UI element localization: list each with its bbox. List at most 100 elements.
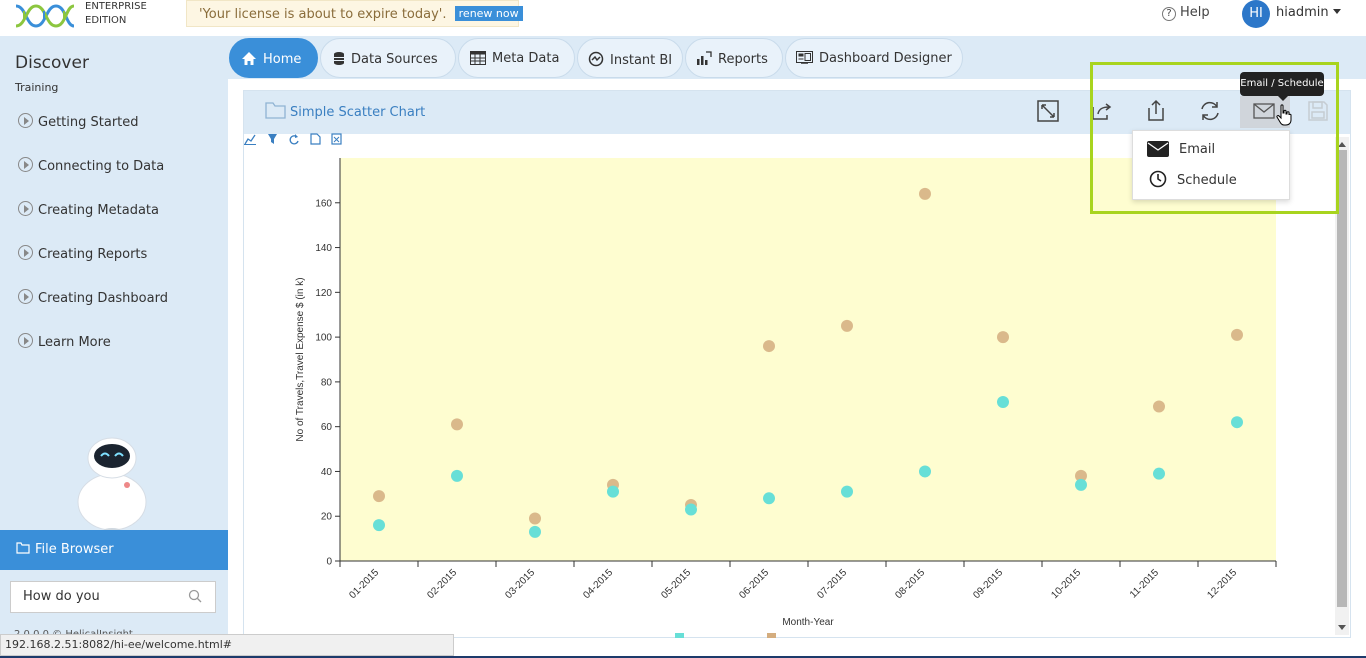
y-tick-label: 80 <box>321 377 333 388</box>
legend-swatch <box>767 633 776 638</box>
renew-now-button[interactable]: renew now <box>454 6 523 21</box>
sidebar-item-label: Creating Metadata <box>38 203 159 218</box>
sidebar-item-creating-metadata[interactable]: Creating Metadata <box>18 201 159 218</box>
data-point <box>529 512 541 525</box>
helical-logo-icon[interactable] <box>14 2 76 30</box>
tab-reports[interactable]: Reports <box>685 38 783 78</box>
data-point <box>529 525 541 538</box>
data-point <box>997 331 1009 344</box>
menu-item-schedule[interactable]: Schedule <box>1149 170 1237 188</box>
data-point <box>1153 400 1165 413</box>
y-tick-label: 0 <box>326 557 332 568</box>
data-point <box>1153 467 1165 480</box>
tab-label: Reports <box>718 52 768 67</box>
folder-icon <box>265 102 286 119</box>
y-axis-title: No of Travels,Travel Expense $ (in k) <box>295 277 306 441</box>
x-tick-label: 07-2015 <box>815 567 849 601</box>
license-banner: 'Your license is about to expire today'.… <box>186 0 523 27</box>
tab-label: Home <box>263 52 302 67</box>
data-point <box>841 319 853 332</box>
tab-instant-bi[interactable]: Instant BI <box>577 38 683 78</box>
y-tick-label: 100 <box>315 333 332 344</box>
data-point <box>1075 478 1087 491</box>
play-circle-icon <box>18 245 33 260</box>
avatar[interactable]: HI <box>1242 0 1270 28</box>
data-point <box>373 519 385 532</box>
table-icon <box>470 51 486 65</box>
play-circle-icon <box>18 289 33 304</box>
menu-item-label: Email <box>1179 142 1216 157</box>
edition-label: ENTERPRISE EDITION <box>85 0 147 28</box>
tooltip: Email / Schedule <box>1240 72 1324 101</box>
data-point <box>451 469 463 482</box>
data-point <box>1231 416 1243 429</box>
sidebar-item-label: Creating Dashboard <box>38 291 168 306</box>
data-point <box>607 485 619 498</box>
license-message: 'Your license is about to expire today'. <box>199 7 447 22</box>
x-tick-label: 04-2015 <box>581 567 615 601</box>
user-menu[interactable]: hiadmin <box>1276 5 1341 20</box>
email-schedule-menu: Email Schedule <box>1132 130 1290 200</box>
data-point <box>763 340 775 353</box>
sidebar-subtitle: Training <box>15 81 59 94</box>
search-icon[interactable] <box>188 589 202 603</box>
edition-line1: ENTERPRISE <box>85 1 147 12</box>
sidebar-item-label: Learn More <box>38 335 111 350</box>
data-point <box>997 396 1009 409</box>
home-icon <box>242 52 256 65</box>
file-browser-button[interactable]: File Browser <box>0 530 228 570</box>
x-tick-label: 11-2015 <box>1128 567 1162 601</box>
sidebar-item-label: Connecting to Data <box>38 159 165 174</box>
hand-cursor-icon <box>1276 104 1292 126</box>
scroll-down-icon[interactable] <box>1337 624 1347 632</box>
data-point <box>919 465 931 478</box>
play-circle-icon <box>18 333 33 348</box>
y-tick-label: 160 <box>315 198 332 209</box>
play-circle-icon <box>18 201 33 216</box>
sidebar-item-connecting-to-data[interactable]: Connecting to Data <box>18 157 164 174</box>
data-point <box>373 490 385 503</box>
tab-data-sources[interactable]: Data Sources <box>320 38 456 78</box>
sidebar-item-getting-started[interactable]: Getting Started <box>18 113 139 130</box>
username-label: hiadmin <box>1276 5 1329 20</box>
tab-dashboard-designer[interactable]: Dashboard Designer <box>785 38 963 78</box>
reports-icon <box>697 51 712 65</box>
y-tick-label: 120 <box>315 288 332 299</box>
scrollbar-thumb[interactable] <box>1337 150 1347 607</box>
data-point <box>763 492 775 505</box>
tab-meta-data[interactable]: Meta Data <box>458 38 575 78</box>
help-label: Help <box>1180 5 1210 20</box>
menu-item-email[interactable]: Email <box>1147 141 1215 157</box>
sidebar-item-creating-reports[interactable]: Creating Reports <box>18 245 147 262</box>
help-link[interactable]: ? Help <box>1162 5 1210 21</box>
question-circle-icon: ? <box>1162 7 1176 21</box>
data-point <box>919 187 931 200</box>
help-search-input[interactable]: How do you <box>10 581 216 613</box>
sidebar-item-label: Getting Started <box>38 115 139 130</box>
x-tick-label: 09-2015 <box>971 567 1005 601</box>
file-browser-label: File Browser <box>35 542 114 557</box>
sidebar-item-learn-more[interactable]: Learn More <box>18 333 111 350</box>
folder-icon <box>16 542 30 554</box>
expand-icon[interactable] <box>1036 99 1060 123</box>
sidebar-item-creating-dashboard[interactable]: Creating Dashboard <box>18 289 168 306</box>
data-point <box>451 418 463 431</box>
legend-swatch <box>675 633 684 638</box>
x-tick-label: 10-2015 <box>1049 567 1083 601</box>
edition-line2: EDITION <box>85 15 127 26</box>
tab-home[interactable]: Home <box>229 38 318 78</box>
report-title: Simple Scatter Chart <box>290 105 426 120</box>
y-tick-label: 40 <box>321 467 333 478</box>
status-bar-url: 192.168.2.51:8082/hi-ee/welcome.html# <box>0 634 454 656</box>
envelope-icon <box>1147 141 1169 157</box>
menu-item-label: Schedule <box>1177 173 1237 188</box>
scatter-chart: 0 20 40 60 80 100 120 140 160 01-2015 02-2015 03-20… <box>295 158 1277 638</box>
data-point <box>841 485 853 498</box>
x-tick-label: 12-2015 <box>1205 567 1239 601</box>
data-point <box>685 503 697 516</box>
sidebar-item-label: Creating Reports <box>38 247 148 262</box>
database-icon <box>334 52 344 65</box>
y-tick-label: 20 <box>321 512 333 523</box>
play-circle-icon <box>18 113 33 128</box>
robot-mascot-icon[interactable] <box>74 434 150 534</box>
